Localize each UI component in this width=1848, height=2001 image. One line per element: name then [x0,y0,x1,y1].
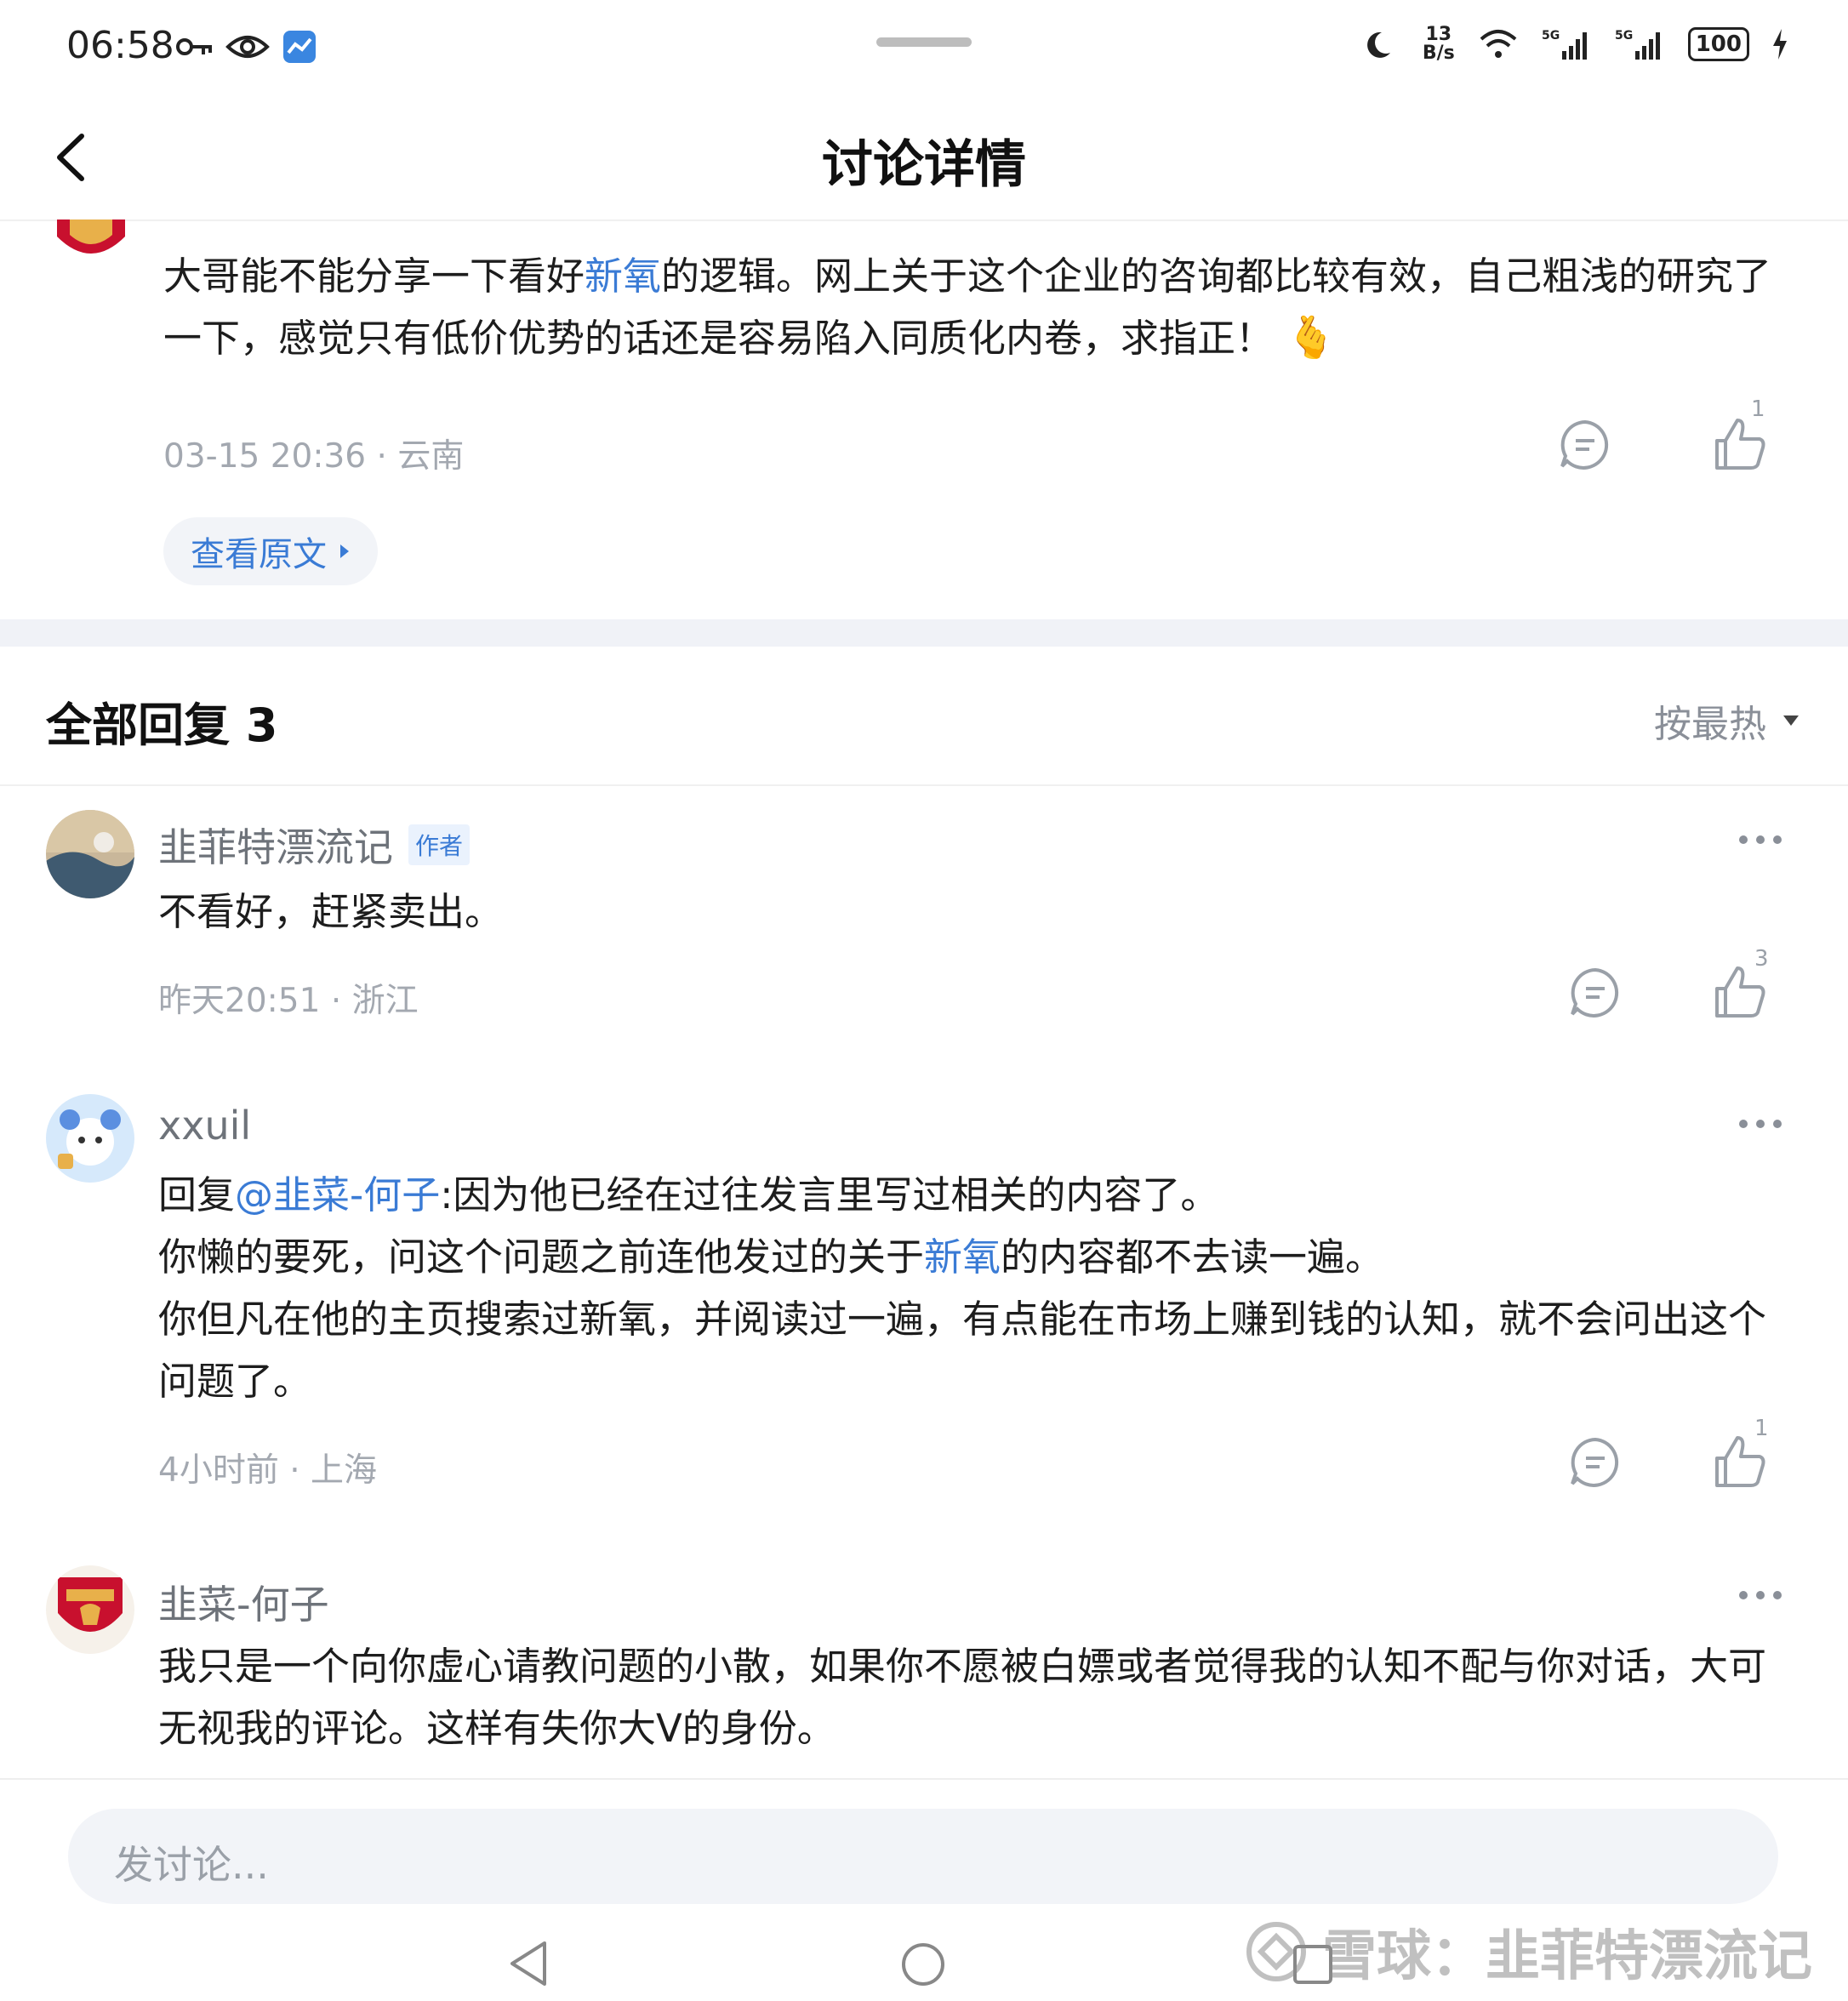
charging-icon [1773,29,1787,60]
page-title: 讨论详情 [822,135,1026,195]
post-content: 大哥能不能分享一下看好新氧的逻辑。网上关于这个企业的咨询都比较有效，自己粗浅的研… [163,245,1780,369]
reply-line: 你但凡在他的主页搜索过新氧，并阅读过一遍，有点能在市场上赚到钱的认知，就不会问出… [158,1297,1767,1404]
reply-header: 韭菲特漂流记 作者 [158,817,471,873]
reply-meta: 昨天20:51 · 浙江 [158,974,419,1022]
watermark-text: 雪球：韭菲特漂流记 [1322,1925,1812,1988]
mention-link[interactable]: @韭菜-何子 [235,1172,440,1217]
reply-like-count: 3 [1754,946,1769,972]
reply-line: 回复@韭菜-何子:因为他已经在过往发言里写过相关的内容了。 [158,1164,1800,1226]
net-speed-value: 13 [1425,24,1452,45]
svg-text:5G: 5G [1615,29,1633,43]
reply-timestamp: 4小时前 [158,1451,279,1490]
more-options-icon[interactable] [1731,1582,1790,1608]
reply-content: 回复@韭菜-何子:因为他已经在过往发言里写过相关的内容了。 你懒的要死，问这个问… [158,1164,1800,1412]
comment-icon[interactable] [1566,963,1625,1023]
key-icon [176,38,212,55]
reply-meta: 4小时前 · 上海 [158,1444,377,1491]
thumbs-up-icon[interactable] [1710,1433,1770,1492]
watermark: 雪球：韭菲特漂流记 [1242,1913,1812,1991]
reply-line-after: 的内容都不去读一遍。 [1001,1234,1384,1280]
post-meta: 03-15 20:36 · 云南 [163,430,464,477]
composer-divider [0,1778,1848,1780]
replies-title: 全部回复 3 [46,687,277,755]
app-notify-icon [283,31,316,63]
post-location: 云南 [397,437,465,476]
reply-username[interactable]: xxuil [158,1103,251,1149]
nav-home-icon[interactable] [900,1941,946,1987]
reply-prefix: 回复 [158,1172,236,1217]
input-placeholder: 发讨论... [114,1842,269,1888]
avatar[interactable] [46,1565,134,1654]
window-grip[interactable] [876,37,972,47]
snowball-logo-icon [1246,1922,1306,1981]
stock-link-xinyang[interactable]: 新氧 [924,1234,1001,1280]
moon-icon [1366,31,1390,58]
header-divider [0,219,1848,221]
post-timestamp: 03-15 20:36 [163,437,367,476]
replies-divider [0,784,1848,786]
post-like-count: 1 [1751,396,1765,422]
thumbs-up-icon[interactable] [1710,963,1770,1023]
caret-right-icon [340,544,349,558]
sort-label: 按最热 [1654,703,1766,746]
reply-timestamp: 昨天20:51 [158,982,321,1020]
eye-icon [225,36,270,58]
thumbs-up-icon[interactable] [1710,415,1770,475]
avatar[interactable] [46,1094,134,1183]
reply-username[interactable]: 韭菲特漂流记 [158,817,393,873]
signal-5g-icon: 5G [1542,29,1587,60]
reply-content: 我只是一个向你虚心请教问题的小散，如果你不愿被白嫖或者觉得我的认知不配与你对话，… [158,1644,1767,1751]
status-right-icons: 13 B/s 5G 5G 100 [1366,26,1788,63]
meta-dot: · [376,437,398,476]
meta-dot: · [289,1451,311,1490]
reply-location: 上海 [311,1451,378,1490]
triangle-down-icon [1783,715,1799,726]
reply-line-rest: :因为他已经在过往发言里写过相关的内容了。 [440,1172,1219,1217]
stock-link-xinyang[interactable]: 新氧 [585,254,661,299]
reply-line: 你懒的要死，问这个问题之前连他发过的关于新氧的内容都不去读一遍。 [158,1226,1800,1288]
replies-title-label: 全部回复 [46,698,230,752]
more-options-icon[interactable] [1731,827,1790,852]
net-speed: 13 B/s [1423,26,1455,63]
nav-back-icon[interactable] [507,1940,550,1987]
reply-location: 浙江 [351,982,419,1020]
author-badge: 作者 [408,824,471,865]
discussion-input[interactable]: 发讨论... [68,1809,1778,1904]
sort-dropdown[interactable]: 按最热 [1654,693,1800,748]
comment-icon[interactable] [1555,415,1615,475]
reply-line-before: 你懒的要死，问这个问题之前连他发过的关于 [158,1234,925,1280]
svg-text:5G: 5G [1542,29,1560,43]
net-speed-unit: B/s [1422,43,1455,64]
section-divider [0,619,1848,647]
view-original-button[interactable]: 查看原文 [163,517,378,585]
avatar[interactable] [46,810,134,898]
signal-5g-icon: 5G [1615,29,1660,60]
reply-username[interactable]: 韭菜-何子 [158,1574,329,1630]
replies-count: 3 [245,698,278,752]
post-text-before: 大哥能不能分享一下看好 [163,254,585,299]
wifi-icon [1480,30,1517,58]
comment-icon[interactable] [1566,1433,1625,1492]
view-original-label: 查看原文 [191,535,327,574]
hand-emoji-icon: 🫰 [1286,314,1338,362]
reply-content: 不看好，赶紧卖出。 [158,889,504,934]
status-left-icons [174,29,317,65]
battery-indicator: 100 [1687,27,1749,61]
status-time: 06:58 [66,24,174,67]
more-options-icon[interactable] [1731,1111,1790,1137]
post-author-avatar[interactable] [53,219,129,262]
meta-dot: · [330,982,352,1020]
reply-like-count: 1 [1754,1416,1769,1441]
